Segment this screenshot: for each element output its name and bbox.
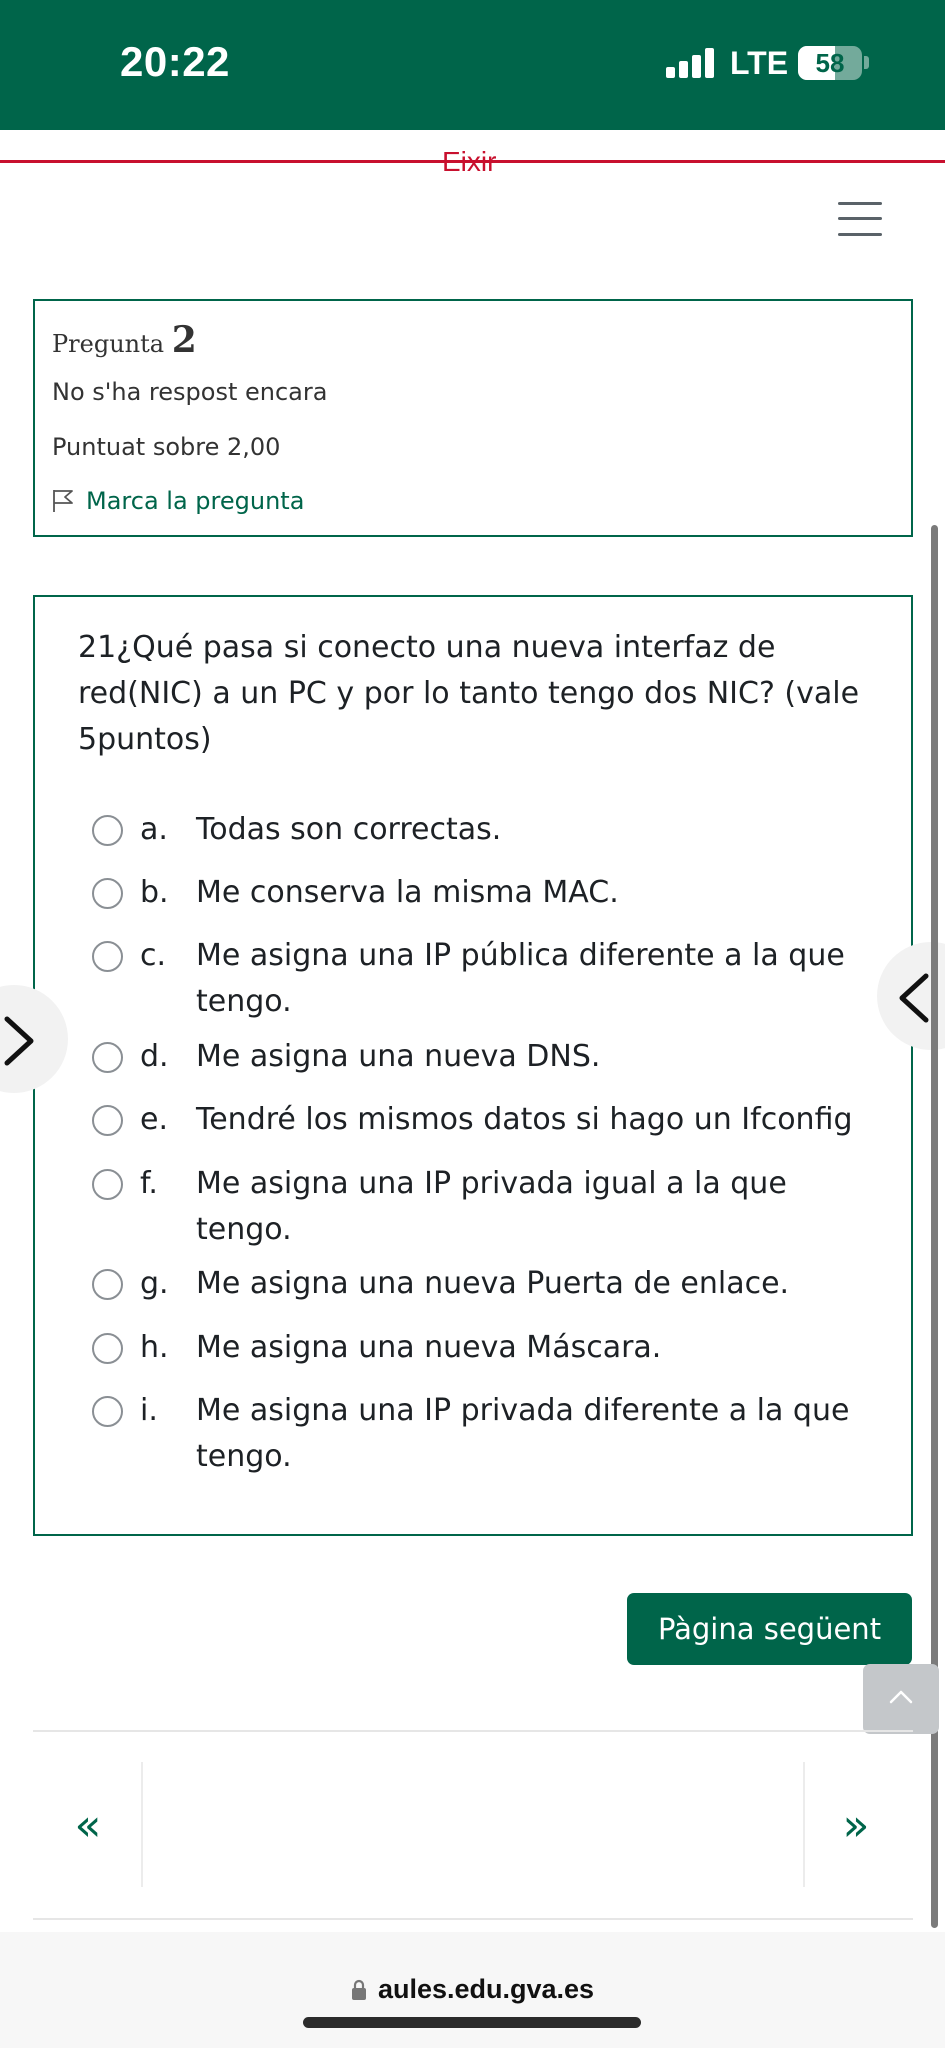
question-text: 21¿Qué pasa si conecto una nueva interfa… (78, 630, 860, 757)
radio-button[interactable] (92, 1333, 123, 1364)
chevron-left-icon (899, 973, 929, 1023)
answer-option-d[interactable]: d. Me asigna una nueva DNS. (92, 1034, 856, 1080)
question-title: Pregunta 2 (52, 319, 197, 361)
answer-option-i[interactable]: i. Me asigna una IP privada diferente a … (92, 1388, 856, 1480)
back-to-top-button[interactable] (863, 1664, 939, 1734)
divider (33, 1730, 913, 1732)
exit-link[interactable]: Eixir (442, 146, 496, 178)
answer-text: Me asigna una IP privada igual a la que … (196, 1166, 787, 1247)
answer-text: Me conserva la misma MAC. (196, 875, 619, 910)
answer-option-g[interactable]: g. Me asigna una nueva Puerta de enlace. (92, 1261, 856, 1307)
question-state: No s'ha respost encara (52, 378, 328, 406)
question-number: 2 (171, 319, 197, 361)
divider (141, 1762, 143, 1887)
flag-question-label: Marca la pregunta (86, 487, 305, 515)
answer-option-f[interactable]: f. Me asigna una IP privada igual a la q… (92, 1161, 796, 1253)
answer-option-b[interactable]: b. Me conserva la misma MAC. (92, 870, 856, 916)
answer-letter: a. (140, 812, 168, 847)
flag-icon (53, 490, 73, 512)
answer-letter: b. (140, 875, 169, 910)
answer-letter: g. (140, 1266, 169, 1301)
answer-text: Me asigna una nueva DNS. (196, 1039, 601, 1074)
answer-text: Tendré los mismos datos si hago un Ifcon… (196, 1102, 853, 1137)
next-activity-link[interactable]: » (832, 1800, 880, 1852)
radio-button[interactable] (92, 815, 123, 846)
answer-letter: h. (140, 1330, 169, 1365)
answer-text: Me asigna una nueva Máscara. (196, 1330, 662, 1365)
answer-option-e[interactable]: e. Tendré los mismos datos si hago un If… (92, 1097, 896, 1143)
answer-letter: i. (140, 1393, 158, 1428)
radio-button[interactable] (92, 1105, 123, 1136)
radio-button[interactable] (92, 1396, 123, 1427)
answer-text: Me asigna una nueva Puerta de enlace. (196, 1266, 790, 1301)
answer-option-c[interactable]: c. Me asigna una IP pública diferente a … (92, 933, 856, 1025)
answer-letter: c. (140, 938, 167, 973)
double-chevron-left-icon: « (74, 1800, 102, 1851)
radio-button[interactable] (92, 1169, 123, 1200)
url-text: aules.edu.gva.es (377, 1974, 595, 2004)
answer-text: Todas son correctas. (196, 812, 502, 847)
network-type: LTE (730, 45, 789, 81)
radio-button[interactable] (92, 878, 123, 909)
answer-letter: f. (140, 1166, 158, 1201)
status-bar: 20:22 LTE 58 (0, 0, 945, 130)
answer-letter: e. (140, 1102, 168, 1137)
battery-icon: 58 (798, 46, 862, 80)
status-time: 20:22 (120, 38, 230, 85)
chevron-up-icon (889, 1690, 913, 1704)
question-label: Pregunta (52, 330, 165, 358)
answer-letter: d. (140, 1039, 169, 1074)
answer-text: Me asigna una IP privada diferente a la … (196, 1393, 850, 1474)
next-page-button[interactable]: Pàgina següent (627, 1593, 912, 1665)
answer-option-h[interactable]: h. Me asigna una nueva Máscara. (92, 1325, 856, 1371)
previous-activity-link[interactable]: « (64, 1800, 112, 1852)
question-info: Pregunta 2 No s'ha respost encara Puntua… (33, 299, 913, 537)
signal-icon (666, 48, 716, 78)
question-grade: Puntuat sobre 2,00 (52, 433, 281, 461)
home-indicator[interactable] (303, 2017, 641, 2028)
radio-button[interactable] (92, 1042, 123, 1073)
question-content: 21¿Qué pasa si conecto una nueva interfa… (33, 595, 913, 1536)
hamburger-icon[interactable] (838, 202, 882, 236)
double-chevron-right-icon: » (842, 1800, 870, 1851)
answer-text: Me asigna una IP pública diferente a la … (196, 938, 845, 1019)
radio-button[interactable] (92, 941, 123, 972)
flag-question-link[interactable]: Marca la pregunta (52, 487, 304, 515)
battery-level: 58 (815, 48, 845, 78)
divider (33, 1918, 913, 1920)
divider (803, 1762, 805, 1887)
answer-option-a[interactable]: a. Todas son correctas. (92, 807, 856, 853)
lock-icon (351, 1979, 366, 2000)
radio-button[interactable] (92, 1269, 123, 1300)
chevron-right-icon (4, 1016, 34, 1066)
browser-address-bar[interactable]: aules.edu.gva.es (0, 1932, 945, 2048)
